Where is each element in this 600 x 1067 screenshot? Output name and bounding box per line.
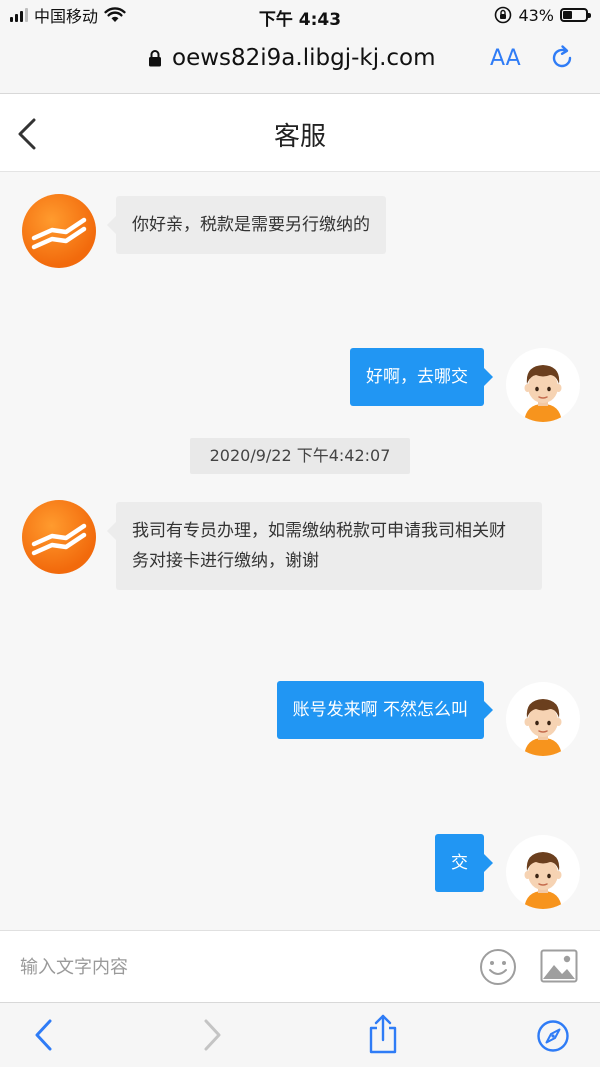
message-line: 务对接卡进行缴纳，谢谢 <box>132 551 319 571</box>
text-size-label: AA <box>490 46 521 71</box>
browser-address-bar: oews82i9a.libgj-kj.com AA <box>0 32 600 94</box>
boy-avatar-icon <box>524 365 562 422</box>
message-line: 我司有专员办理，如需缴纳税款可申请我司相关财 <box>132 521 506 541</box>
agent-message: 我司有专员办理，如需缴纳税款可申请我司相关财 务对接卡进行缴纳，谢谢 <box>107 502 542 590</box>
browser-toolbar <box>0 1002 600 1067</box>
url-display[interactable]: oews82i9a.libgj-kj.com <box>148 42 436 74</box>
trend-logo-icon <box>31 217 87 250</box>
page-title: 客服 <box>273 122 326 152</box>
status-right: 43% <box>494 5 591 25</box>
message-input[interactable] <box>20 947 450 987</box>
smiley-icon[interactable] <box>479 948 517 986</box>
user-message: 交 <box>435 834 493 892</box>
battery-icon <box>560 8 591 22</box>
trend-logo-icon <box>31 523 87 556</box>
message-input-bar <box>0 930 600 1002</box>
user-avatar <box>506 348 580 422</box>
user-avatar <box>506 835 580 909</box>
timestamp-text: 2020/9/22 下午4:42:07 <box>209 446 391 465</box>
message-text: 账号发来啊 不然怎么叫 <box>292 700 468 720</box>
url-text: oews82i9a.libgj-kj.com <box>172 45 436 71</box>
agent-avatar <box>22 500 96 574</box>
message-text: 好啊，去哪交 <box>366 367 468 387</box>
chevron-left-icon[interactable] <box>32 1017 56 1053</box>
message-timestamp: 2020/9/22 下午4:42:07 <box>190 438 410 474</box>
battery-level <box>563 11 573 19</box>
orientation-lock-icon <box>495 6 512 24</box>
compass-icon[interactable] <box>536 1019 570 1053</box>
agent-avatar <box>22 194 96 268</box>
message-text: 你好亲，税款是需要另行缴纳的 <box>132 215 370 235</box>
lock-icon <box>149 50 161 67</box>
user-avatar <box>506 682 580 756</box>
user-message: 好啊，去哪交 <box>350 348 493 406</box>
chevron-right-icon[interactable] <box>200 1017 224 1053</box>
chat-area[interactable]: 你好亲，税款是需要另行缴纳的 好啊，去哪交 2020/9/22 下午4:42:0… <box>0 172 600 930</box>
battery-percent: 43% <box>518 5 554 25</box>
reload-icon[interactable] <box>548 44 576 72</box>
message-text: 交 <box>451 853 468 873</box>
boy-avatar-icon <box>524 852 562 909</box>
page-header: 客服 <box>0 94 600 172</box>
text-size-button[interactable]: AA <box>490 46 521 71</box>
share-icon[interactable] <box>366 1013 400 1055</box>
image-icon[interactable] <box>540 949 578 983</box>
agent-message: 你好亲，税款是需要另行缴纳的 <box>107 196 386 254</box>
user-message: 账号发来啊 不然怎么叫 <box>276 681 494 739</box>
boy-avatar-icon <box>524 699 562 756</box>
status-bar: 中国移动 下午 4:43 43% <box>0 0 600 32</box>
